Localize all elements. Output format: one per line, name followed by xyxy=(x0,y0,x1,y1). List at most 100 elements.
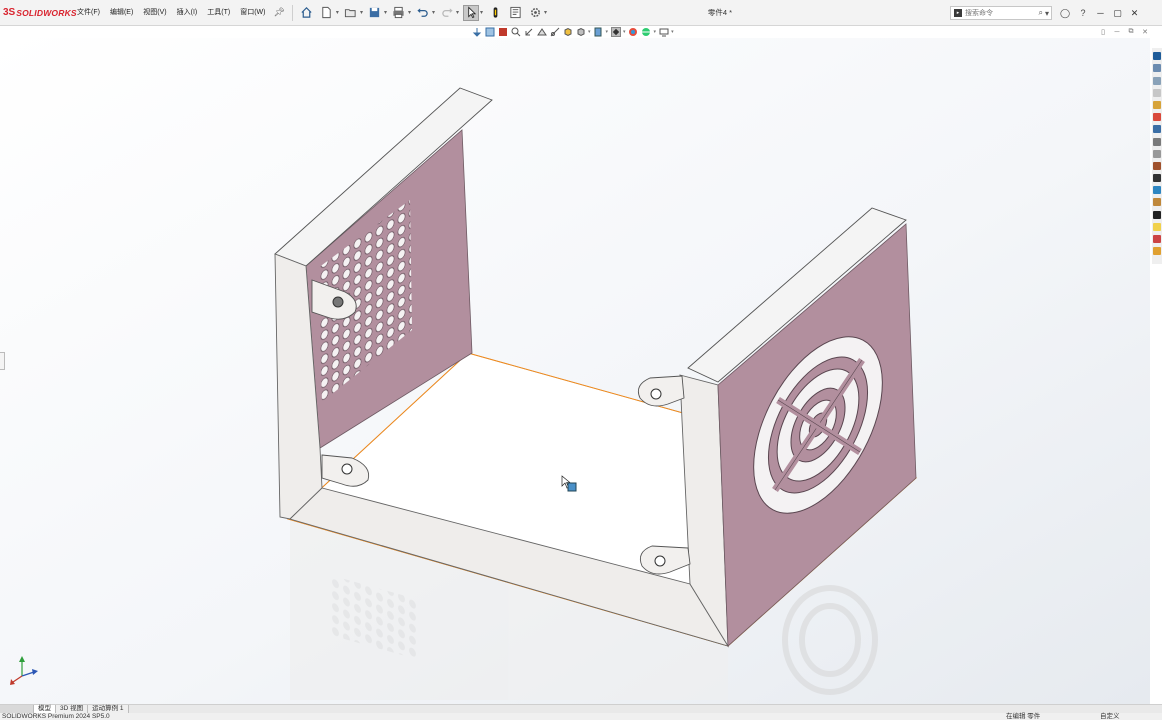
print-dropdown-caret[interactable]: ▾ xyxy=(408,9,411,16)
tools-icon[interactable] xyxy=(1153,149,1161,158)
zoom-to-fit-icon[interactable] xyxy=(472,27,482,37)
apply-scene-icon[interactable] xyxy=(628,27,638,37)
print-icon[interactable] xyxy=(391,5,407,21)
solidworks-logo[interactable]: 3S SOLIDWORKS xyxy=(0,0,77,26)
minimize-icon[interactable]: ─ xyxy=(1092,0,1109,26)
color-swatch-icon[interactable] xyxy=(498,27,508,37)
undo-icon[interactable] xyxy=(415,5,431,21)
search-input[interactable]: 搜索命令 xyxy=(965,8,1039,18)
view-orientation-icon[interactable] xyxy=(563,27,573,37)
help-icon[interactable]: ? xyxy=(1076,6,1090,20)
view-palette-icon[interactable] xyxy=(1153,88,1161,97)
search-commands-box[interactable]: ▸ 搜索命令 ⌕ ▾ xyxy=(950,6,1052,20)
toolbar-separator xyxy=(291,4,293,21)
product-name: SOLIDWORKS Premium 2024 SP5.0 xyxy=(2,713,110,720)
custom-properties-icon[interactable] xyxy=(1153,113,1161,122)
menu-edit[interactable]: 编辑(E) xyxy=(105,0,138,26)
doc-minimize-icon[interactable]: ▯ xyxy=(1096,26,1110,38)
home-icon[interactable] xyxy=(299,5,315,21)
previous-view-icon[interactable] xyxy=(524,27,534,37)
restore-icon[interactable]: ▢ xyxy=(1109,0,1126,26)
save-dropdown-caret[interactable]: ▾ xyxy=(384,9,387,16)
units-selector[interactable]: 自定义 xyxy=(1100,713,1120,720)
menu-file[interactable]: 文件(F) xyxy=(72,0,105,26)
file-explorer-icon[interactable] xyxy=(1153,76,1161,85)
hat-icon[interactable] xyxy=(1153,210,1161,219)
search-icon[interactable]: ⌕ xyxy=(1039,8,1043,18)
options-dropdown-caret[interactable]: ▾ xyxy=(544,9,547,16)
search-dropdown-icon[interactable]: ▾ xyxy=(1045,9,1049,18)
redo-icon[interactable] xyxy=(439,5,455,21)
left-lower-screw-hole xyxy=(341,463,353,475)
new-document-icon[interactable] xyxy=(319,5,335,21)
section-view-icon[interactable] xyxy=(536,27,547,37)
pin-menu-icon[interactable]: 📌︎ xyxy=(270,7,287,18)
select-dropdown-caret[interactable]: ▾ xyxy=(480,9,483,16)
solidworks-search-icon: ▸ xyxy=(954,9,962,17)
standard-toolbar: ▾ ▾ ▾ ▾ ▾ ▾ ▾ ▾ xyxy=(297,0,549,26)
web-icon[interactable] xyxy=(1153,186,1161,195)
menu-view[interactable]: 视图(V) xyxy=(138,0,171,26)
design-library-icon[interactable] xyxy=(1153,64,1161,73)
extension-icon[interactable] xyxy=(1153,247,1161,256)
new-dropdown-caret[interactable]: ▾ xyxy=(336,9,339,16)
user-icon[interactable]: ◯ xyxy=(1058,6,1072,20)
doc-restore-icon[interactable]: ⧉ xyxy=(1124,26,1138,38)
status-bar: SOLIDWORKS Premium 2024 SP5.0 在编辑 零件 自定义 xyxy=(0,713,1162,720)
ds-logo-mark: 3S xyxy=(3,7,16,18)
settings-icon[interactable] xyxy=(1153,235,1161,243)
open-dropdown-caret[interactable]: ▾ xyxy=(360,9,363,16)
view-settings-dropdown-caret[interactable]: ▾ xyxy=(671,29,674,35)
scene-dropdown-caret[interactable]: ▾ xyxy=(654,29,657,35)
left-upper-screw-hole xyxy=(332,296,344,308)
edit-appearance-icon[interactable] xyxy=(610,27,621,37)
document-window-controls: ▯ ─ ⧉ ✕ xyxy=(1096,26,1152,38)
file-properties-icon[interactable] xyxy=(507,5,523,21)
appearances-icon[interactable] xyxy=(1153,100,1161,109)
redo-dropdown-caret[interactable]: ▾ xyxy=(456,9,459,16)
scene-icon[interactable] xyxy=(641,27,651,37)
close-icon[interactable]: ✕ xyxy=(1126,0,1143,26)
menu-tools[interactable]: 工具(T) xyxy=(202,0,235,26)
document-title: 零件4 * xyxy=(707,8,733,17)
doc-close-icon[interactable]: ✕ xyxy=(1138,26,1152,38)
zoom-icon[interactable] xyxy=(511,27,521,37)
hud-dropdown-caret[interactable]: ▾ xyxy=(588,29,591,35)
appearance-dropdown-caret[interactable]: ▾ xyxy=(623,29,626,35)
rebuild-icon[interactable] xyxy=(487,5,503,21)
recorder-icon[interactable] xyxy=(1153,161,1161,170)
layers-icon[interactable] xyxy=(1153,174,1161,183)
materials-icon[interactable] xyxy=(1153,198,1161,207)
tips-icon[interactable] xyxy=(1153,222,1161,231)
options-icon[interactable] xyxy=(527,5,543,21)
task-pane-tabs xyxy=(1152,48,1162,264)
zoom-to-area-icon[interactable] xyxy=(485,27,495,37)
select-icon[interactable] xyxy=(463,4,480,21)
doc-tile-icon[interactable]: ─ xyxy=(1110,26,1124,38)
right-upper-screw-hole xyxy=(650,388,662,400)
logo-text: SOLIDWORKS xyxy=(16,7,77,18)
open-icon[interactable] xyxy=(343,5,359,21)
title-right-controls: ◯ ? ─ ▢ ✕ xyxy=(1056,0,1143,26)
save-icon[interactable] xyxy=(367,5,383,21)
display-style-icon[interactable] xyxy=(576,27,586,37)
graphics-area[interactable] xyxy=(0,38,1150,704)
tab-motion-study[interactable]: 运动算例 1 xyxy=(88,705,129,713)
hide-show-dropdown-caret[interactable]: ▾ xyxy=(606,29,609,35)
solidworks-resources-icon[interactable] xyxy=(1153,52,1161,61)
heads-up-view-toolbar: ▾ ▾ ▾ ▾ ▾ xyxy=(470,26,675,38)
menu-insert[interactable]: 插入(I) xyxy=(172,0,203,26)
hide-show-items-icon[interactable] xyxy=(593,27,603,37)
menu-window[interactable]: 窗口(W) xyxy=(235,0,270,26)
tab-3d-views[interactable]: 3D 视图 xyxy=(56,705,89,713)
right-lower-screw-hole xyxy=(654,555,666,567)
toolbox-icon[interactable] xyxy=(1153,125,1161,134)
dynamic-annotation-icon[interactable] xyxy=(550,27,560,37)
tab-model[interactable]: 模型 xyxy=(34,705,56,713)
model-viewport[interactable] xyxy=(0,38,1150,704)
view-settings-icon[interactable] xyxy=(659,27,669,37)
forum-icon[interactable] xyxy=(1153,137,1161,146)
feature-manager-toggle[interactable] xyxy=(0,352,5,370)
tab-navigation-arrows[interactable] xyxy=(0,705,34,713)
undo-dropdown-caret[interactable]: ▾ xyxy=(432,9,435,16)
